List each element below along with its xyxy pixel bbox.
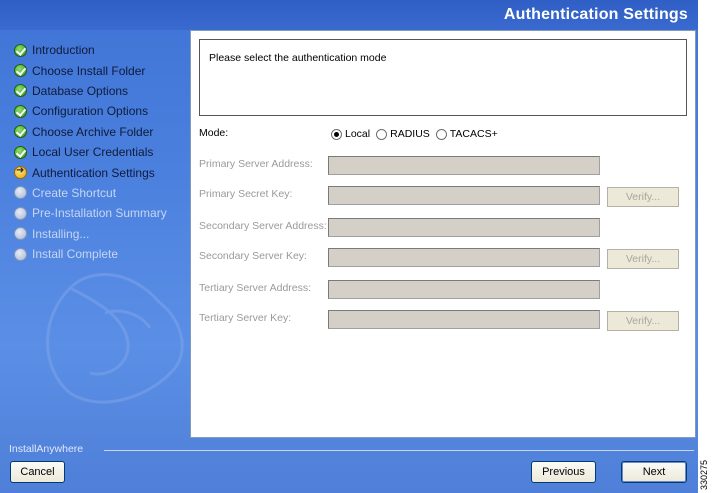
primary-secret-key-label: Primary Secret Key: xyxy=(199,188,293,200)
empty-circle-icon xyxy=(14,227,27,241)
step-label: Authentication Settings xyxy=(32,165,155,180)
previous-button[interactable]: Previous xyxy=(531,461,596,483)
verify-secondary-button[interactable]: Verify... xyxy=(607,249,679,269)
secondary-server-address-label: Secondary Server Address: xyxy=(199,220,327,232)
mode-radio-group: Local RADIUS TACACS+ xyxy=(331,128,504,140)
step-label: Create Shortcut xyxy=(32,185,117,200)
next-button[interactable]: Next xyxy=(621,461,687,483)
tertiary-server-key-field[interactable] xyxy=(328,310,600,329)
step-label: Configuration Options xyxy=(32,104,149,119)
brand-label: InstallAnywhere xyxy=(9,443,84,455)
tertiary-server-address-label: Tertiary Server Address: xyxy=(199,282,312,294)
check-circle-icon xyxy=(14,104,27,118)
verify-primary-button[interactable]: Verify... xyxy=(607,187,679,207)
check-circle-icon xyxy=(14,145,27,159)
radio-unselected-icon[interactable] xyxy=(376,128,388,140)
check-circle-icon xyxy=(14,64,27,78)
footer-divider xyxy=(104,450,694,451)
secondary-server-key-label: Secondary Server Key: xyxy=(199,250,307,262)
step-choose-install-folder: Choose Install Folder xyxy=(14,60,189,80)
content-panel: Please select the authentication mode Mo… xyxy=(190,30,696,438)
tertiary-server-address-field[interactable] xyxy=(328,280,600,299)
secondary-server-key-field[interactable] xyxy=(328,248,600,267)
check-circle-icon xyxy=(14,84,27,98)
step-label: Pre-Installation Summary xyxy=(32,206,167,221)
radio-local[interactable]: Local xyxy=(331,128,370,140)
check-circle-icon xyxy=(14,43,27,57)
prompt-box: Please select the authentication mode xyxy=(199,39,687,116)
cancel-button[interactable]: Cancel xyxy=(10,461,65,483)
step-choose-archive-folder: Choose Archive Folder xyxy=(14,122,189,142)
step-installing: Installing... xyxy=(14,224,189,244)
step-label: Choose Install Folder xyxy=(32,63,146,78)
verify-tertiary-button[interactable]: Verify... xyxy=(607,311,679,331)
step-database-options: Database Options xyxy=(14,81,189,101)
step-create-shortcut: Create Shortcut xyxy=(14,183,189,203)
step-label: Introduction xyxy=(32,43,95,58)
step-pre-installation-summary: Pre-Installation Summary xyxy=(14,203,189,223)
step-authentication-settings: Authentication Settings xyxy=(14,162,189,182)
step-label: Installing... xyxy=(32,226,90,241)
empty-circle-icon xyxy=(14,206,27,220)
primary-secret-key-field[interactable] xyxy=(328,186,600,205)
step-label: Database Options xyxy=(32,83,129,98)
step-install-complete: Install Complete xyxy=(14,244,189,264)
installer-window: Authentication Settings Introduction Cho… xyxy=(0,0,698,493)
primary-server-address-field[interactable] xyxy=(328,156,600,175)
page-title: Authentication Settings xyxy=(503,6,688,23)
radio-selected-icon[interactable] xyxy=(331,128,342,140)
tertiary-server-key-label: Tertiary Server Key: xyxy=(199,312,292,324)
check-circle-icon xyxy=(14,125,27,139)
radio-radius[interactable]: RADIUS xyxy=(376,128,430,140)
radio-unselected-icon[interactable] xyxy=(435,128,447,140)
prompt-text: Please select the authentication mode xyxy=(209,52,387,64)
empty-circle-icon xyxy=(14,186,27,200)
arrow-right-circle-icon xyxy=(14,165,27,180)
step-label: Install Complete xyxy=(32,247,119,262)
step-introduction: Introduction xyxy=(14,40,189,60)
step-local-user-credentials: Local User Credentials xyxy=(14,142,189,162)
primary-server-address-label: Primary Server Address: xyxy=(199,158,313,170)
radio-label: Local xyxy=(345,128,371,140)
step-configuration-options: Configuration Options xyxy=(14,101,189,121)
radio-label: TACACS+ xyxy=(449,128,498,140)
step-list: Introduction Choose Install Folder Datab… xyxy=(14,40,189,264)
secondary-server-address-field[interactable] xyxy=(328,218,600,237)
radio-label: RADIUS xyxy=(390,128,430,140)
step-label: Local User Credentials xyxy=(32,145,154,160)
mouse-watermark-icon xyxy=(46,273,184,404)
step-label: Choose Archive Folder xyxy=(32,124,154,139)
empty-circle-icon xyxy=(14,247,27,261)
figure-id: 330275 xyxy=(699,459,709,490)
radio-tacacs[interactable]: TACACS+ xyxy=(435,128,498,140)
mode-label: Mode: xyxy=(199,127,229,139)
